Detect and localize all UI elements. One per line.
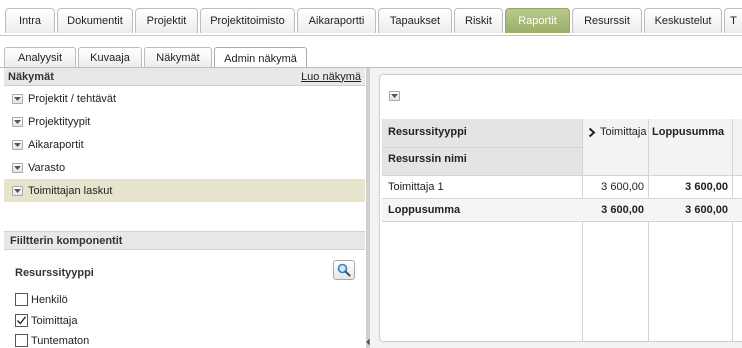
chevron-down-icon[interactable] [12,162,23,173]
row-label-toimittaja-1: Toimittaja 1 [388,181,444,193]
grand-total: 3 600,00 [685,204,728,216]
checkbox[interactable] [15,334,28,347]
tab-resurssit[interactable]: Resurssit [572,8,642,33]
left-panel: Näkymät Luo näkymä Projektit / tehtävät … [4,68,365,348]
tab-analyysit[interactable]: Analyysit [4,47,76,68]
col-header-loppusumma: Loppusumma [652,126,725,138]
tab-tapaukset[interactable]: Tapaukset [378,8,452,33]
view-item-label: Projektityypit [28,115,91,128]
filter-header: Fiiltterin komponentit [4,231,365,250]
main-tab-bar: Intra Dokumentit Projektit Projektitoimi… [0,0,742,36]
tab-intra[interactable]: Intra [5,8,55,33]
row-field-resurssityyppi[interactable]: Resurssityyppi [388,124,467,140]
tab-kuvaaja[interactable]: Kuvaaja [78,47,142,68]
filter-option-tuntematon[interactable]: Tuntematon [15,334,89,347]
cell-total: 3 600,00 [685,181,728,193]
view-item-varasto[interactable]: Varasto [4,156,365,179]
view-item-projektit-tehtavat[interactable]: Projektit / tehtävät [4,87,365,110]
grid-line [382,175,742,176]
tab-projektit[interactable]: Projektit [135,8,198,33]
col-header-toimittaja[interactable]: Toimittaja [588,124,646,140]
grid-line [582,119,583,341]
pivot-frame: Resurssityyppi Resurssin nimi Toimittaja… [379,74,742,342]
filter-option-label: Toimittaja [31,314,78,327]
cell-value: 3 600,00 [601,181,644,193]
right-panel: Resurssityyppi Resurssin nimi Toimittaja… [370,68,742,348]
view-item-projektityypit[interactable]: Projektityypit [4,110,365,133]
chevron-down-icon[interactable] [12,116,23,127]
grid-line [732,119,733,341]
checkbox-checked[interactable] [15,314,28,327]
views-title: Näkymät [8,70,54,83]
filter-option-label: Tuntematon [31,334,90,347]
view-item-label: Toimittajan laskut [28,184,113,197]
row-field-resurssin-nimi[interactable]: Resurssin nimi [388,151,467,167]
view-item-toimittajan-laskut[interactable]: Toimittajan laskut [4,179,365,202]
search-icon [337,263,351,277]
chevron-down-icon[interactable] [12,185,23,196]
grand-total-value: 3 600,00 [601,204,644,216]
checkmark-icon [17,316,27,325]
tab-admin-nakyma[interactable]: Admin näkymä [214,47,307,69]
grid-line [382,221,742,222]
chevron-right-icon [588,127,596,137]
tab-dokumentit[interactable]: Dokumentit [57,8,133,33]
chevron-down-icon[interactable] [12,139,23,150]
create-view-link[interactable]: Luo näkymä [301,71,361,83]
view-item-label: Varasto [28,161,66,174]
filter-option-henkilo[interactable]: Henkilö [15,293,68,306]
pivot-menu-button[interactable] [389,91,400,101]
tab-riskit[interactable]: Riskit [454,8,503,33]
chevron-down-icon[interactable] [12,93,23,104]
views-header: Näkymät Luo näkymä [4,68,365,86]
tab-raportit[interactable]: Raportit [505,8,570,33]
view-item-aikaraportit[interactable]: Aikaraportit [4,133,365,156]
sub-tab-bar: Analyysit Kuvaaja Näkymät Admin näkymä [0,36,742,69]
col-header-label: Toimittaja [600,126,647,138]
search-button[interactable] [333,260,355,280]
view-item-label: Projektit / tehtävät [28,92,117,105]
filter-option-label: Henkilö [31,293,68,306]
view-item-label: Aikaraportit [28,138,84,151]
tab-aikaraportti[interactable]: Aikaraportti [297,8,376,33]
tab-overflow[interactable]: T [724,8,742,33]
tab-projektitoimisto[interactable]: Projektitoimisto [200,8,295,33]
tab-nakymat[interactable]: Näkymät [144,47,212,68]
filter-option-toimittaja[interactable]: Toimittaja [15,314,77,327]
checkbox[interactable] [15,293,28,306]
grid-line [648,119,649,341]
tab-keskustelut[interactable]: Keskustelut [644,8,722,33]
grid-line [382,147,582,148]
row-label-loppusumma: Loppusumma [388,204,461,216]
filter-group-label: Resurssityyppi [15,267,94,279]
